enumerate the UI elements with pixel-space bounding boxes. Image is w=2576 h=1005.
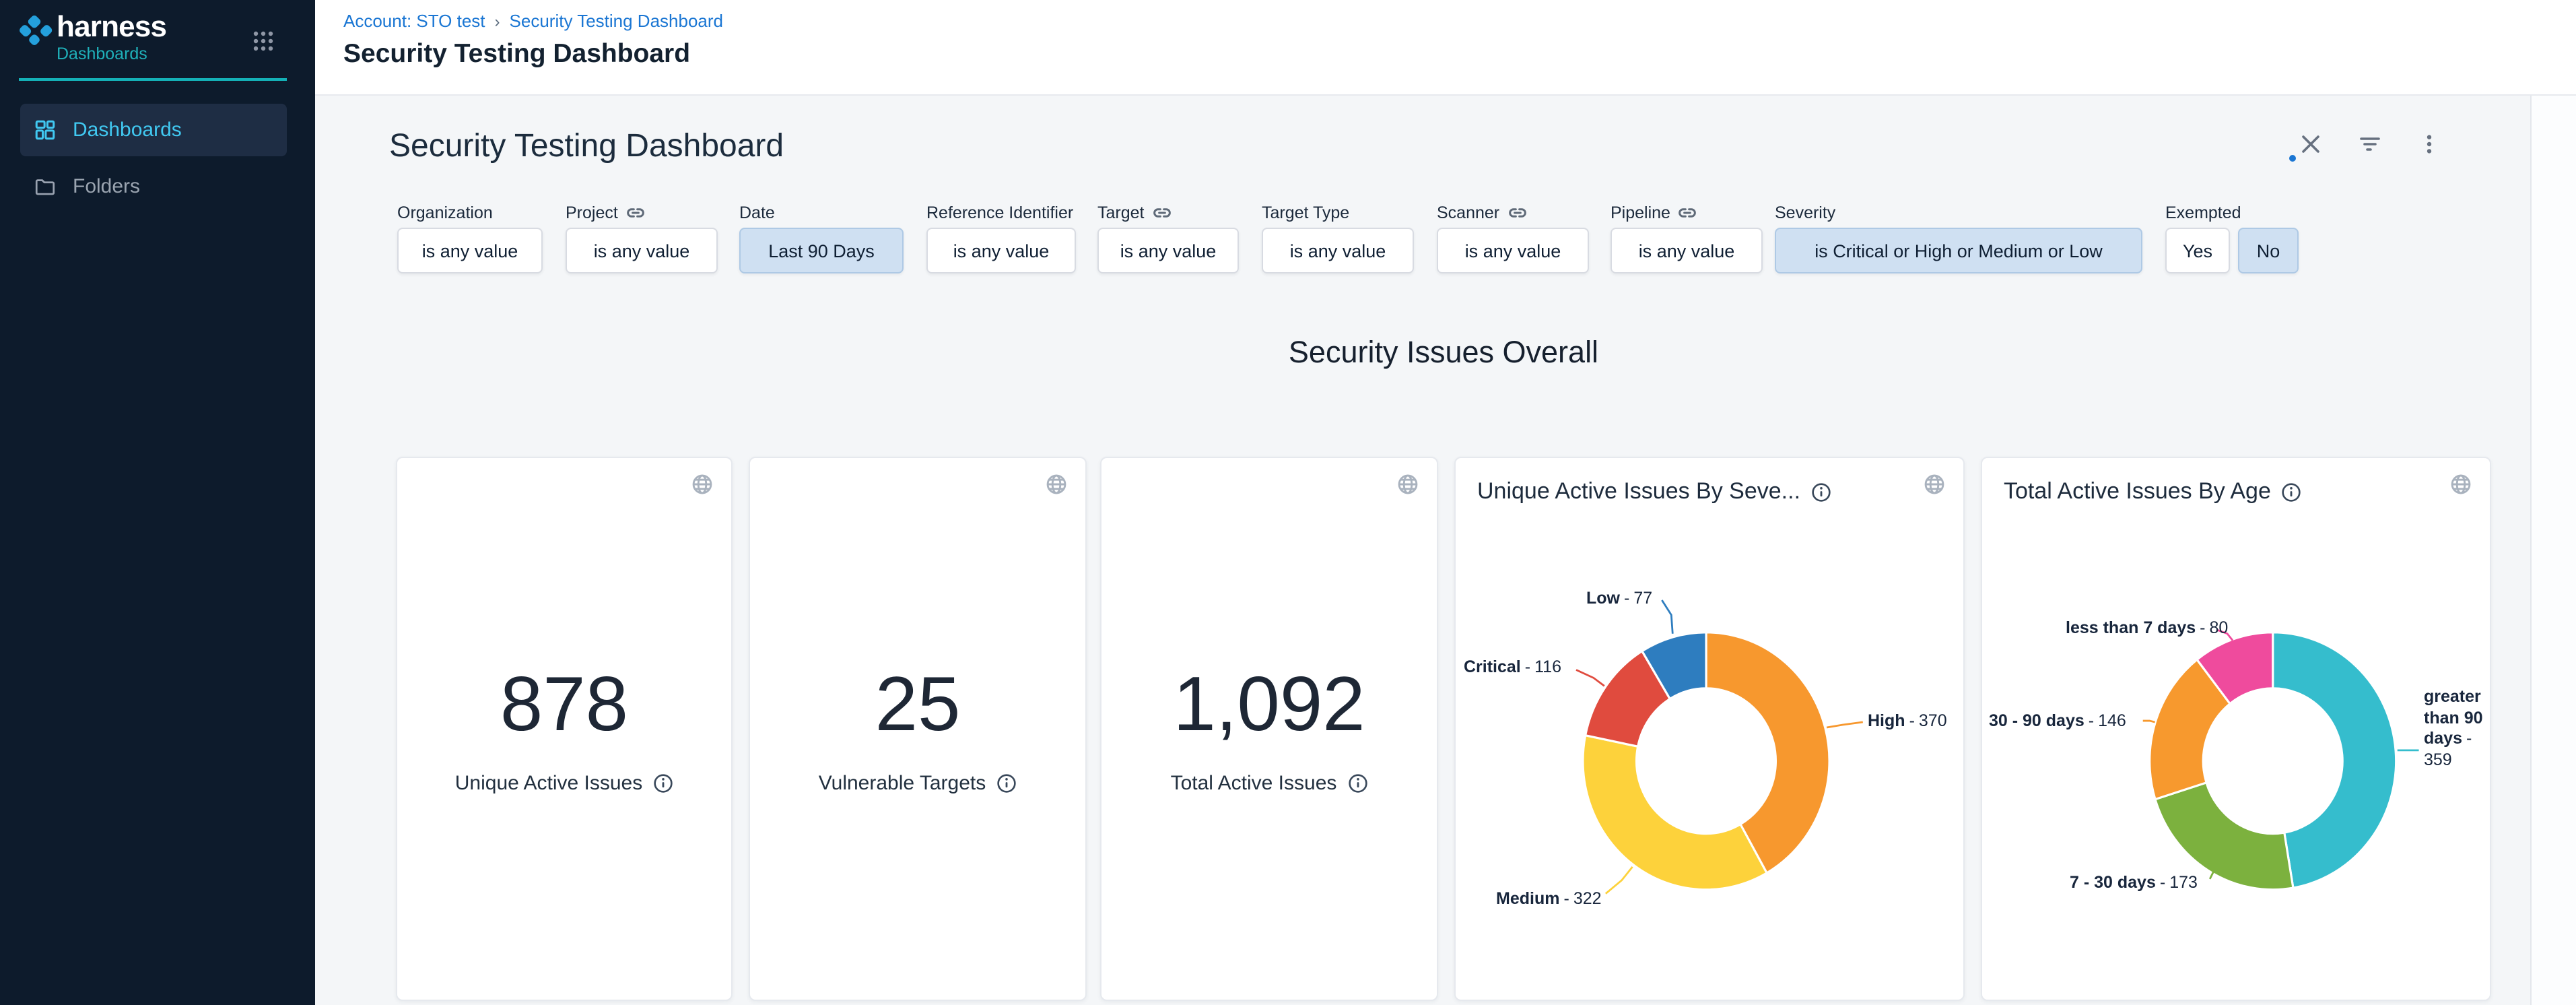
link-icon: [626, 203, 645, 222]
page-title: Security Testing Dashboard: [343, 39, 690, 70]
link-icon: [1507, 203, 1526, 222]
slice-label-less-than-7-days: less than 7 days-80: [2066, 618, 2228, 639]
filter-scanner: Scanner is any value: [1437, 202, 1589, 273]
filter-value-chip[interactable]: is any value: [1611, 228, 1763, 273]
brand-name: harness: [57, 11, 166, 43]
filter-value-chip[interactable]: is any value: [1262, 228, 1414, 273]
harness-logo-icon: [18, 13, 53, 48]
dashboard-actions: [2300, 133, 2440, 155]
filter-project: Project is any value: [566, 202, 718, 273]
filter-label: Target Type: [1262, 202, 1414, 224]
breadcrumb-account-link[interactable]: Account: STO test: [343, 11, 485, 31]
donut-slice-medium[interactable]: [1583, 736, 1767, 890]
filter-label: Organization: [397, 202, 543, 224]
slice-label-high: High-370: [1868, 711, 1947, 732]
card-unique-active-issues: 878 Unique Active Issues: [396, 457, 733, 1001]
filter-severity: Severity is Critical or High or Medium o…: [1775, 202, 2142, 273]
donut-slices: [1583, 633, 1829, 890]
filter-label: Target: [1097, 203, 1145, 222]
filter-pipeline: Pipeline is any value: [1611, 202, 1763, 273]
filter-value-chip[interactable]: is any value: [397, 228, 543, 273]
filter-label: Scanner: [1437, 203, 1499, 222]
metric-label: Vulnerable Targets: [819, 772, 986, 795]
card-unique-active-issues-by-severity: Unique Active Issues By Seve...: [1454, 457, 1965, 1001]
metric-value: 878: [397, 663, 731, 746]
filter-value-chip[interactable]: is any value: [566, 228, 718, 273]
globe-icon[interactable]: [1045, 473, 1068, 496]
info-icon[interactable]: [996, 773, 1017, 793]
filter-label: Date: [739, 202, 904, 224]
globe-icon[interactable]: [691, 473, 714, 496]
breadcrumb-page-link[interactable]: Security Testing Dashboard: [510, 11, 724, 31]
metric-label: Total Active Issues: [1171, 772, 1337, 795]
dashboard-title: Security Testing Dashboard: [389, 128, 784, 166]
folder-icon: [34, 175, 57, 198]
brand-module-label: Dashboards: [57, 44, 166, 65]
filter-reference-identifier: Reference Identifier is any value: [926, 202, 1076, 273]
filter-label: Severity: [1775, 202, 2142, 224]
metric-value: 25: [750, 663, 1085, 746]
section-title: Security Issues Overall: [396, 335, 2491, 370]
filter-icon[interactable]: [2359, 133, 2381, 155]
filter-exempted-yes[interactable]: Yes: [2165, 228, 2230, 273]
close-icon[interactable]: [2300, 133, 2321, 155]
filter-target: Target is any value: [1097, 202, 1239, 273]
card-total-active-issues: 1,092 Total Active Issues: [1100, 457, 1438, 1001]
filter-target-type: Target Type is any value: [1262, 202, 1414, 273]
notification-dot: [2289, 155, 2296, 162]
sidebar: harness Dashboards Dashboards: [0, 0, 315, 1005]
slice-label-low: Low-77: [1586, 589, 1652, 609]
dashboards-tiles-icon: [34, 119, 57, 141]
slice-label-30-90-days: 30 - 90 days-146: [1989, 711, 2126, 732]
filter-organization: Organization is any value: [397, 202, 543, 273]
slice-label-7-30-days: 7 - 30 days-173: [2070, 873, 2198, 893]
filter-exempted-no[interactable]: No: [2238, 228, 2299, 273]
breadcrumb: Account: STO test › Security Testing Das…: [343, 11, 723, 31]
brand[interactable]: harness Dashboards: [18, 11, 166, 65]
breadcrumb-separator: ›: [495, 11, 500, 30]
filter-date: Date Last 90 Days: [739, 202, 904, 273]
card-total-active-issues-by-age: Total Active Issues By Age: [1981, 457, 2491, 1001]
sidebar-item-label: Dashboards: [73, 119, 182, 141]
sidebar-divider: [19, 78, 287, 81]
sidebar-item-dashboards[interactable]: Dashboards: [20, 104, 287, 156]
app-grid-icon[interactable]: [252, 30, 275, 53]
sidebar-item-folders[interactable]: Folders: [20, 160, 287, 213]
filter-value-chip[interactable]: Last 90 Days: [739, 228, 904, 273]
link-icon: [1679, 203, 1697, 222]
slice-label-medium: Medium-322: [1496, 889, 1602, 909]
donut-slices: [2150, 633, 2396, 890]
slice-label-greater-than-90-days: greater than 90 days-359: [2424, 687, 2487, 771]
filter-label: Reference Identifier: [926, 202, 1076, 224]
filter-value-chip[interactable]: is any value: [1097, 228, 1239, 273]
card-vulnerable-targets: 25 Vulnerable Targets: [749, 457, 1087, 1001]
dashboard-canvas: Security Testing Dashboard Organization …: [315, 96, 2576, 1005]
filter-label: Project: [566, 203, 618, 222]
sidebar-item-label: Folders: [73, 175, 140, 198]
slice-label-critical: Critical-116: [1464, 657, 1561, 678]
page-header: Account: STO test › Security Testing Das…: [315, 0, 2576, 96]
app: harness Dashboards Dashboards: [0, 0, 2576, 1005]
globe-icon[interactable]: [1396, 473, 1419, 496]
filter-value-chip[interactable]: is any value: [1437, 228, 1589, 273]
info-icon[interactable]: [653, 773, 673, 793]
info-icon[interactable]: [1347, 773, 1367, 793]
donut-slice-greater-than-90-days[interactable]: [2273, 633, 2396, 888]
link-icon: [1153, 203, 1172, 222]
filter-label: Pipeline: [1611, 203, 1670, 222]
filter-exempted: Exempted Yes No: [2165, 202, 2300, 273]
scrollbar-track[interactable]: [2530, 96, 2576, 1005]
filter-value-chip[interactable]: is any value: [926, 228, 1076, 273]
filter-value-chip[interactable]: is Critical or High or Medium or Low: [1775, 228, 2142, 273]
metric-label: Unique Active Issues: [455, 772, 643, 795]
metric-value: 1,092: [1101, 663, 1437, 746]
kebab-menu-icon[interactable]: [2418, 133, 2440, 155]
filter-label: Exempted: [2165, 202, 2300, 224]
